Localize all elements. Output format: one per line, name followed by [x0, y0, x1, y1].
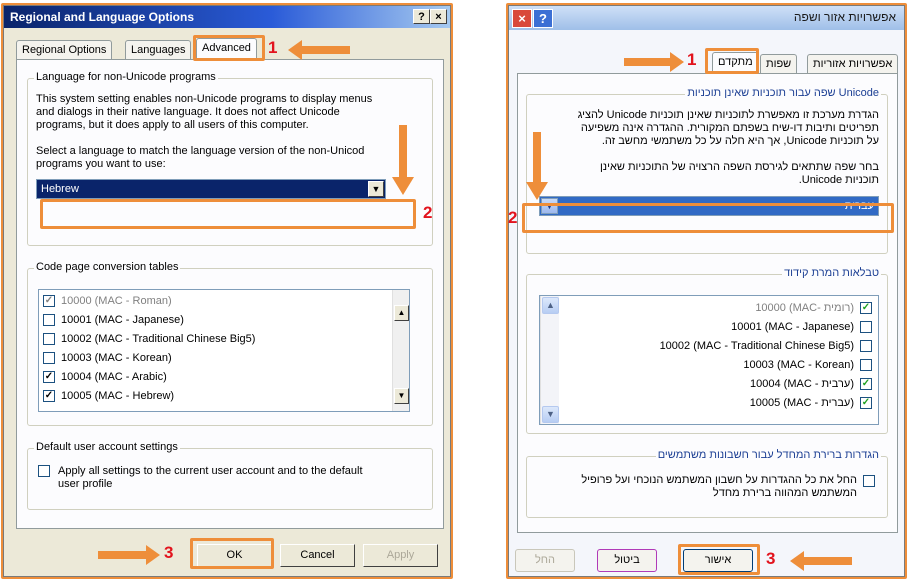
arrow-left-icon [790, 551, 852, 571]
step-3-number-rtl: 3 [766, 549, 776, 568]
arrow-right-icon [624, 52, 684, 72]
right-dropdown-highlight [522, 203, 894, 233]
step-3-number: 3 [164, 543, 174, 562]
arrow-down-icon [392, 125, 414, 195]
left-ok-button-highlight [190, 538, 274, 569]
left-dropdown-highlight [40, 199, 416, 229]
step-2-number: 2 [423, 203, 433, 222]
arrow-left-icon [288, 40, 350, 60]
arrow-down-icon [526, 132, 548, 200]
right-ok-button-highlight [678, 544, 760, 575]
right-dialog-highlight-frame [506, 3, 907, 579]
left-dialog-highlight-frame [1, 3, 453, 579]
step-1-number: 1 [268, 38, 278, 57]
arrow-right-icon [98, 545, 160, 565]
step-2-number-rtl: 2 [508, 208, 518, 227]
right-advanced-tab-highlight [705, 48, 759, 74]
left-advanced-tab-highlight [193, 35, 265, 61]
step-1-number-rtl: 1 [687, 50, 697, 69]
